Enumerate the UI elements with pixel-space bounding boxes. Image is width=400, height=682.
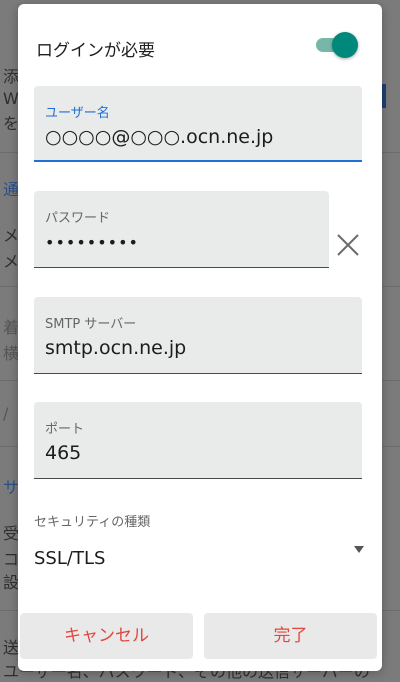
security-type-value: SSL/TLS <box>34 548 106 569</box>
password-label: パスワード <box>45 211 111 226</box>
toggle-thumb <box>332 32 358 58</box>
password-field[interactable]: パスワード ••••••••• <box>34 191 329 268</box>
dropdown-arrow-icon <box>354 546 364 553</box>
bg-fragment: / <box>3 404 9 423</box>
login-required-toggle[interactable] <box>314 32 358 58</box>
username-value: ○○○○@○○○.ocn.ne.jp <box>45 126 274 148</box>
bg-fragment: を <box>3 114 20 133</box>
bg-fragment: 着 <box>3 318 20 337</box>
smtp-server-field[interactable]: SMTP サーバー smtp.ocn.ne.jp <box>34 297 362 374</box>
cancel-button[interactable]: キャンセル <box>20 613 193 659</box>
security-type-select[interactable]: SSL/TLS <box>34 534 366 578</box>
dialog-title: ログインが必要 <box>36 41 155 61</box>
bg-fragment: 添 <box>3 67 20 86</box>
bg-fragment: コ <box>3 550 20 569</box>
security-type-label: セキュリティの種類 <box>34 515 151 530</box>
bg-fragment: 受 <box>3 524 20 543</box>
bg-fragment: メ <box>3 226 20 245</box>
bg-fragment: 通 <box>3 180 20 199</box>
smtp-server-value: smtp.ocn.ne.jp <box>45 337 187 359</box>
username-field[interactable]: ユーザー名 ○○○○@○○○.ocn.ne.jp <box>34 86 362 162</box>
username-label: ユーザー名 <box>45 106 110 121</box>
done-button[interactable]: 完了 <box>204 613 377 659</box>
port-value: 465 <box>45 442 82 464</box>
bg-fragment: 設 <box>3 573 20 592</box>
bg-fragment: 送 <box>3 638 20 657</box>
port-field[interactable]: ポート 465 <box>34 402 362 479</box>
bg-fragment: サ <box>3 478 20 497</box>
port-label: ポート <box>45 422 85 437</box>
bg-fragment: W <box>3 89 19 108</box>
bg-fragment: メ <box>3 252 20 271</box>
close-icon[interactable] <box>335 232 361 258</box>
password-value: ••••••••• <box>45 233 139 252</box>
bg-fragment: 横 <box>3 344 20 363</box>
smtp-server-label: SMTP サーバー <box>45 317 137 332</box>
smtp-login-dialog: ログインが必要 ユーザー名 ○○○○@○○○.ocn.ne.jp パスワード •… <box>18 4 382 671</box>
